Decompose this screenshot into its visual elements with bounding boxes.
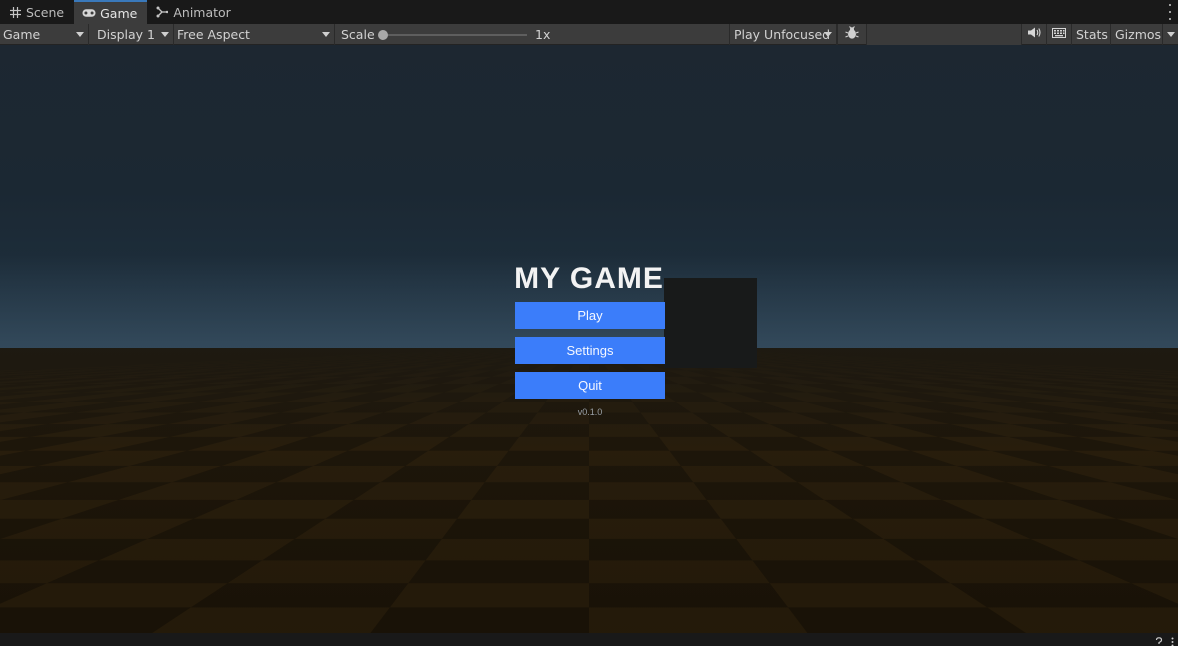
mute-audio-button[interactable] (1021, 23, 1046, 45)
gizmos-dropdown-button[interactable] (1162, 23, 1178, 45)
aspect-dropdown[interactable]: Free Aspect (174, 23, 335, 45)
toolbar-spacer (866, 23, 1021, 45)
tab-animator[interactable]: Animator (147, 0, 240, 24)
play-mode-value: Play Unfocused (734, 26, 831, 42)
game-view-toolbar: Game Display 1 Free Aspect Scale 1x Play… (0, 23, 1178, 45)
gamepad-icon (82, 6, 96, 20)
tab-scene[interactable]: Scene (0, 0, 74, 24)
play-button[interactable]: Play (515, 302, 665, 329)
view-mode-dropdown[interactable]: Game (0, 23, 89, 45)
grid-icon (8, 5, 22, 19)
keyboard-icon (1052, 27, 1066, 41)
tab-scene-label: Scene (26, 4, 65, 20)
chevron-down-icon (824, 31, 832, 37)
display-value: Display 1 (97, 26, 156, 42)
stats-button[interactable]: Stats (1071, 23, 1110, 45)
more-options-icon[interactable] (1171, 636, 1174, 646)
scale-slider-track[interactable] (381, 33, 527, 36)
display-dropdown[interactable]: Display 1 (89, 23, 174, 45)
version-label: v0.1.0 (577, 407, 603, 417)
frame-debugger-button[interactable] (837, 23, 866, 45)
tab-game[interactable]: Game (74, 0, 148, 24)
gizmos-button[interactable]: Gizmos (1110, 23, 1162, 45)
view-mode-value: Game (3, 26, 41, 42)
chevron-down-icon (161, 31, 169, 37)
settings-button[interactable]: Settings (515, 337, 665, 364)
scale-slider-handle[interactable] (378, 29, 388, 40)
speaker-icon (1027, 27, 1041, 41)
editor-tab-bar: Scene Game Animator (0, 0, 1178, 24)
main-menu: MY GAME Play Settings Quit v0.1.0 (514, 260, 665, 417)
scale-label: Scale (341, 26, 375, 42)
tab-game-label: Game (100, 5, 138, 21)
help-icon[interactable] (1155, 636, 1163, 646)
aspect-value: Free Aspect (177, 26, 250, 42)
chevron-down-icon (322, 31, 330, 37)
quit-button[interactable]: Quit (515, 372, 665, 399)
scale-value: 1x (535, 26, 551, 42)
gizmos-label: Gizmos (1115, 26, 1162, 42)
scale-control: Scale 1x (335, 24, 729, 45)
dark-cube-object (664, 278, 757, 368)
stats-label: Stats (1076, 26, 1108, 42)
bug-icon (845, 25, 859, 43)
animator-icon (155, 5, 169, 19)
tab-options-menu-icon[interactable] (1168, 4, 1172, 20)
play-mode-dropdown[interactable]: Play Unfocused (729, 23, 837, 45)
game-viewport[interactable]: MY GAME Play Settings Quit v0.1.0 (0, 45, 1178, 633)
tab-animator-label: Animator (173, 4, 231, 20)
status-bar (0, 633, 1178, 646)
game-title: MY GAME (514, 262, 664, 295)
shortcuts-button[interactable] (1046, 23, 1071, 45)
chevron-down-icon (1166, 31, 1175, 37)
chevron-down-icon (76, 31, 84, 37)
